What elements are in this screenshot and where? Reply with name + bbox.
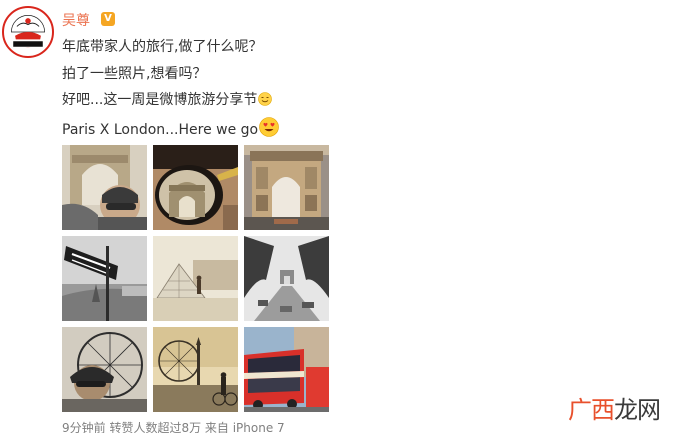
photo-thumbnail[interactable]	[62, 327, 147, 412]
post-text-line-2: 拍了一些照片,想看吗？	[62, 66, 207, 82]
ferris-wheel-concorde-photo	[153, 327, 238, 412]
photo-thumbnail[interactable]	[244, 236, 329, 321]
watermark-part-1: 广西	[568, 396, 615, 424]
photo-grid	[62, 145, 329, 412]
photo-thumbnail[interactable]	[153, 145, 238, 230]
photo-thumbnail[interactable]	[62, 145, 147, 230]
sunglasses-arc-reflection-photo	[153, 145, 238, 230]
verified-badge-icon: V	[101, 12, 115, 26]
ferris-wheel-selfie-photo	[62, 327, 147, 412]
photo-thumbnail[interactable]	[153, 327, 238, 412]
watermark-part-2: 龙网	[614, 396, 661, 424]
courage-logo-icon	[4, 8, 52, 56]
champs-elysees-photo	[244, 236, 329, 321]
username-link[interactable]: 吴尊	[62, 10, 90, 30]
photo-thumbnail[interactable]	[244, 145, 329, 230]
photo-thumbnail[interactable]	[153, 236, 238, 321]
smile-emoji-icon	[258, 92, 273, 106]
post-text-line-4: Paris X London...Here we go	[62, 117, 279, 140]
post-meta: 9分钟前 转赞人数超过8万 来自 iPhone 7	[62, 421, 285, 433]
post-text-line-3: 好吧...这一周是微博旅游分享节	[62, 90, 273, 110]
avatar[interactable]	[2, 6, 54, 58]
post-text-line-1: 年底带家人的旅行,做了什么呢？	[62, 39, 263, 55]
arc-selfie-photo	[62, 145, 147, 230]
photo-thumbnail[interactable]	[244, 327, 329, 412]
louvre-pyramid-photo	[153, 236, 238, 321]
watermark-logo: 广西龙网	[568, 390, 661, 425]
photo-thumbnail[interactable]	[62, 236, 147, 321]
arc-de-triomphe-photo	[244, 145, 329, 230]
heart-eyes-emoji-icon	[259, 117, 279, 137]
london-bus-photo	[244, 327, 329, 412]
street-sign-photo	[62, 236, 147, 321]
weibo-post: 吴尊 V 年底带家人的旅行,做了什么呢？ 拍了一些照片,想看吗？ 好吧...这一…	[0, 0, 700, 433]
